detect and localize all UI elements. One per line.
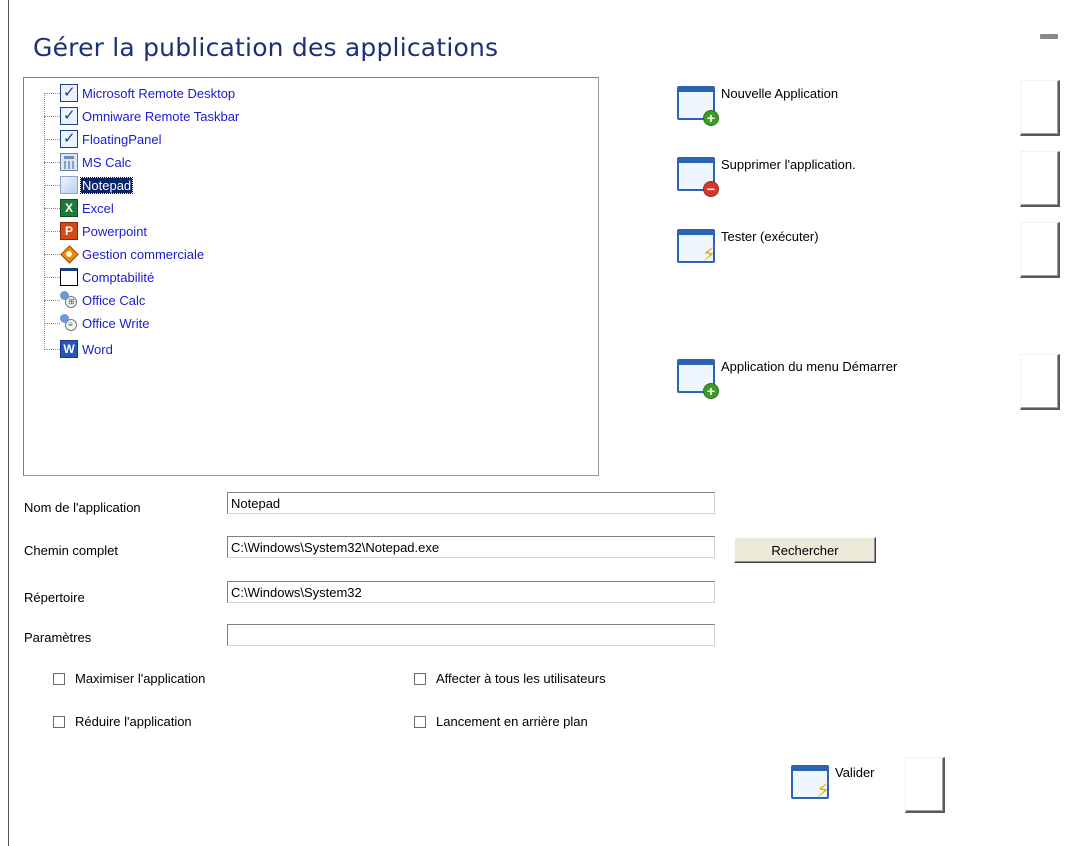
tree-item-label: MS Calc (82, 154, 132, 170)
notepad-icon (60, 176, 78, 194)
maximize-label: Maximiser l'application (75, 671, 206, 686)
tree-item-label: Powerpoint (82, 223, 148, 239)
tree-item-label: Word (82, 341, 113, 357)
app-name-input[interactable] (227, 492, 715, 514)
tree-branch (44, 207, 60, 209)
maximize-checkbox-row[interactable]: Maximiser l'application (53, 671, 205, 686)
tree-item-office-calc[interactable]: ⊞ Office Calc (44, 289, 146, 311)
background-checkbox[interactable] (414, 715, 426, 728)
delete-application-icon: − (677, 157, 719, 197)
parameters-label: Paramètres (24, 630, 92, 645)
tree-item-floatingpanel[interactable]: FloatingPanel (44, 128, 163, 150)
applications-tree[interactable]: Microsoft Remote Desktop Omniware Remote… (23, 77, 599, 476)
test-application-icon: ⚡ (677, 229, 717, 269)
tree-item-powerpoint[interactable]: P Powerpoint (44, 220, 148, 242)
tree-branch (44, 115, 60, 117)
validate-icon: ⚡ (791, 765, 831, 805)
tree-branch (44, 299, 60, 301)
tree-item-label: Excel (82, 200, 114, 216)
background-checkbox-row[interactable]: Lancement en arrière plan (414, 714, 588, 729)
tree-branch (44, 348, 60, 350)
tree-branch (44, 253, 60, 255)
tree-item-notepad[interactable]: Notepad (44, 174, 134, 196)
parameters-input[interactable] (227, 624, 715, 646)
new-application-action[interactable]: + Nouvelle Application (677, 86, 838, 126)
test-application-button[interactable] (1020, 222, 1060, 278)
start-menu-application-icon: + (677, 359, 719, 399)
checkbox-window-icon (60, 129, 78, 148)
tree-branch (44, 276, 60, 278)
search-button[interactable]: Rechercher (734, 537, 876, 563)
checkbox-window-icon (60, 106, 78, 125)
delete-application-action[interactable]: − Supprimer l'application. (677, 157, 856, 197)
new-application-label: Nouvelle Application (721, 86, 839, 101)
new-application-button[interactable] (1020, 80, 1060, 136)
window-left-border (8, 0, 9, 846)
start-menu-application-button[interactable] (1020, 354, 1060, 410)
page-title: Gérer la publication des applications (33, 33, 499, 62)
tree-item-comptabilite[interactable]: Comptabilité (44, 266, 155, 288)
tree-item-office-write[interactable]: ≡ Office Write (44, 312, 150, 334)
tree-item-microsoft-remote-desktop[interactable]: Microsoft Remote Desktop (44, 82, 236, 104)
calculator-icon (60, 153, 78, 171)
powerpoint-icon: P (60, 222, 78, 240)
reduce-checkbox[interactable] (53, 715, 65, 728)
delete-application-button[interactable] (1020, 151, 1060, 207)
word-icon: W (60, 340, 78, 358)
new-application-icon: + (677, 86, 719, 126)
tree-branch (44, 161, 60, 163)
tree-item-gestion-commerciale[interactable]: Gestion commerciale (44, 243, 205, 265)
assign-all-label: Affecter à tous les utilisateurs (436, 671, 606, 686)
directory-label: Répertoire (24, 590, 85, 605)
tree-item-label: Microsoft Remote Desktop (82, 85, 236, 101)
validate-label: Valider (835, 765, 875, 780)
minimize-icon[interactable] (1040, 34, 1058, 39)
assign-all-checkbox[interactable] (414, 672, 426, 685)
tree-item-label: FloatingPanel (82, 131, 162, 147)
tree-branch (44, 322, 60, 324)
start-menu-application-label: Application du menu Démarrer (721, 359, 898, 374)
reduce-checkbox-row[interactable]: Réduire l'application (53, 714, 192, 729)
test-application-label: Tester (exécuter) (721, 229, 819, 244)
tree-item-ms-calc[interactable]: MS Calc (44, 151, 132, 173)
validate-button[interactable] (905, 757, 945, 813)
start-menu-application-action[interactable]: + Application du menu Démarrer (677, 359, 897, 399)
tree-branch (44, 138, 60, 140)
tree-item-label: Notepad (79, 176, 134, 194)
excel-icon: X (60, 199, 78, 217)
app-name-label: Nom de l'application (24, 500, 141, 515)
tree-branch (44, 230, 60, 232)
background-label: Lancement en arrière plan (436, 714, 588, 729)
maximize-checkbox[interactable] (53, 672, 65, 685)
office-calc-icon: ⊞ (60, 291, 78, 309)
tree-item-word[interactable]: W Word (44, 338, 114, 360)
validate-action[interactable]: ⚡ Valider (791, 765, 875, 805)
tree-item-label: Office Write (82, 315, 150, 331)
tree-item-excel[interactable]: X Excel (44, 197, 115, 219)
tree-branch (44, 184, 60, 186)
full-path-input[interactable] (227, 536, 715, 558)
delete-application-label: Supprimer l'application. (721, 157, 856, 172)
tree-item-label: Comptabilité (82, 269, 155, 285)
assign-all-checkbox-row[interactable]: Affecter à tous les utilisateurs (414, 671, 606, 686)
office-write-icon: ≡ (60, 314, 78, 332)
directory-input[interactable] (227, 581, 715, 603)
test-application-action[interactable]: ⚡ Tester (exécuter) (677, 229, 819, 269)
tree-item-omniware-remote-taskbar[interactable]: Omniware Remote Taskbar (44, 105, 240, 127)
tree-item-label: Omniware Remote Taskbar (82, 108, 240, 124)
full-path-label: Chemin complet (24, 543, 118, 558)
tree-branch (44, 92, 60, 94)
tree-item-label: Gestion commerciale (82, 246, 205, 262)
tree-item-label: Office Calc (82, 292, 146, 308)
checkbox-window-icon (60, 83, 78, 102)
window-icon (60, 268, 78, 286)
gestion-icon (60, 245, 78, 263)
reduce-label: Réduire l'application (75, 714, 192, 729)
